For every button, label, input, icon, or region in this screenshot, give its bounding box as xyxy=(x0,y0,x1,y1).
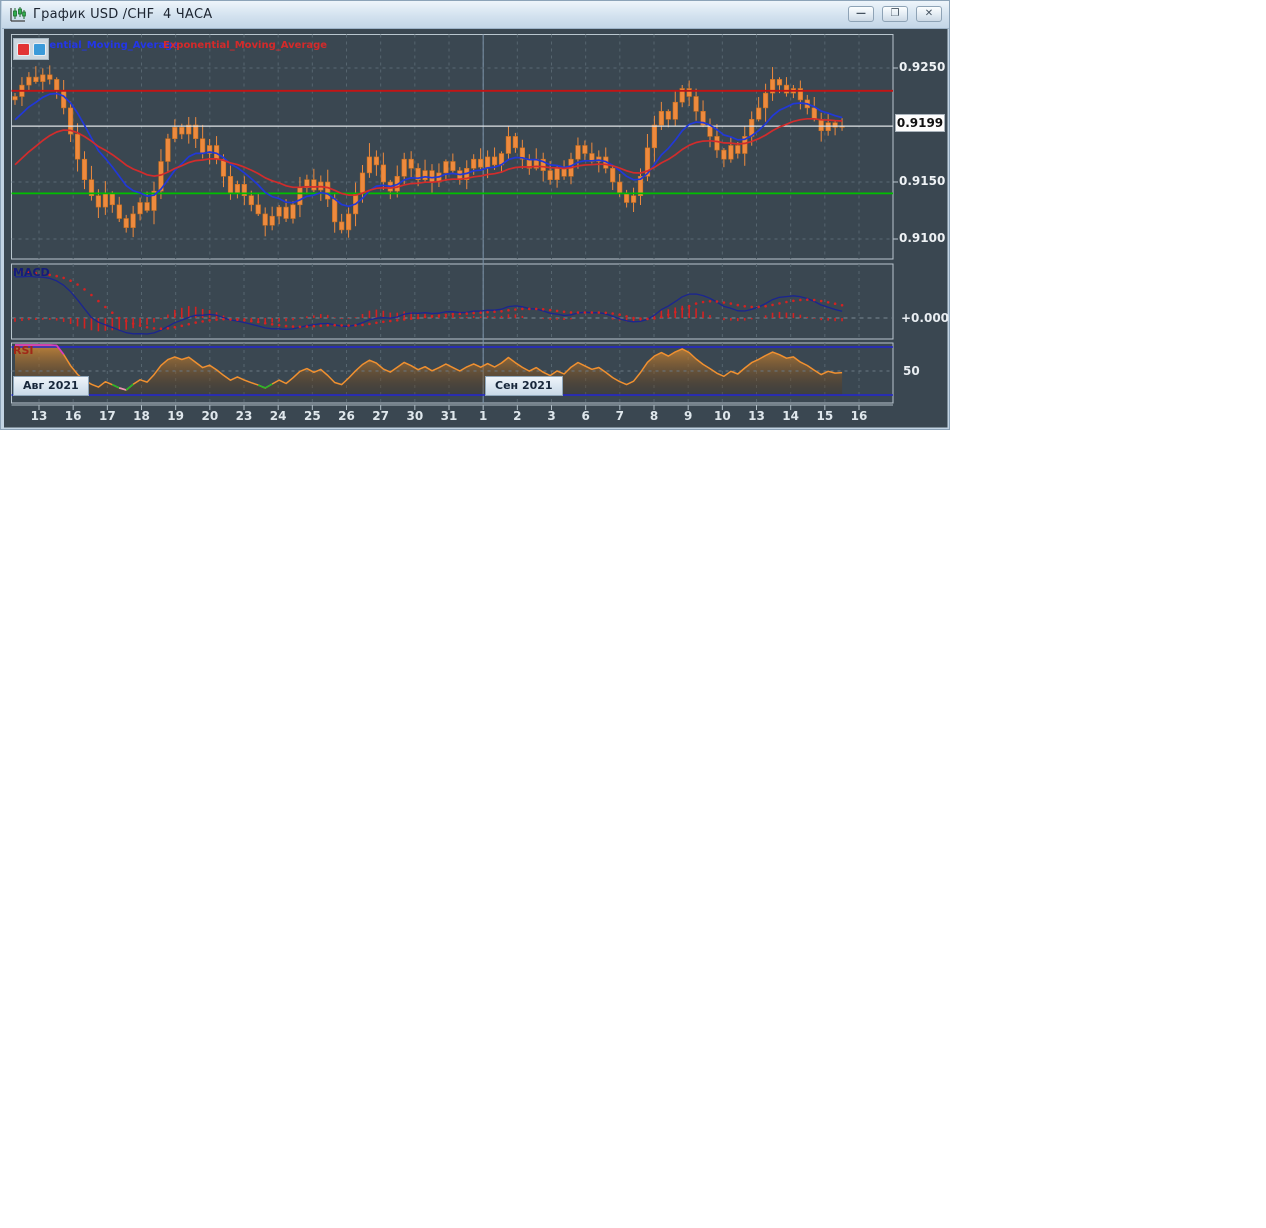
candlestick-chart-icon xyxy=(9,6,27,24)
x-axis-label: 31 xyxy=(434,409,464,423)
x-axis-label: 16 xyxy=(844,409,874,423)
x-axis-label: 25 xyxy=(297,409,327,423)
price-axis-label: 0.9150 xyxy=(899,174,947,188)
macd-label: MACD xyxy=(13,266,50,279)
macd-zero-label: +0.000 xyxy=(901,311,949,325)
x-axis-label: 20 xyxy=(195,409,225,423)
chart-canvas[interactable] xyxy=(1,1,950,430)
x-axis-label: 30 xyxy=(400,409,430,423)
x-axis-label: 13 xyxy=(24,409,54,423)
x-axis-label: 19 xyxy=(161,409,191,423)
x-axis-label: 15 xyxy=(810,409,840,423)
x-axis-label: 6 xyxy=(571,409,601,423)
indicator-buttons xyxy=(13,38,49,60)
titlebar[interactable]: График USD /CHF 4 ЧАСА — ❐ ✕ xyxy=(2,1,950,29)
minimize-button[interactable]: — xyxy=(848,6,874,22)
x-axis-label: 27 xyxy=(366,409,396,423)
price-axis-label: 0.9250 xyxy=(899,60,947,74)
x-axis-label: 3 xyxy=(537,409,567,423)
x-axis-label: 26 xyxy=(332,409,362,423)
chart-window: График USD /CHF 4 ЧАСА — ❐ ✕ Exponential_M… xyxy=(0,0,950,430)
rsi-label: RSI xyxy=(13,344,34,357)
x-axis-label: 24 xyxy=(263,409,293,423)
x-axis-label: 2 xyxy=(502,409,532,423)
window-title: График USD /CHF 4 ЧАСА xyxy=(33,7,212,22)
x-axis-label: 1 xyxy=(468,409,498,423)
rsi-mid-label: 50 xyxy=(903,364,920,378)
x-axis-label: 8 xyxy=(639,409,669,423)
x-axis-label: 10 xyxy=(707,409,737,423)
x-axis-label: 23 xyxy=(229,409,259,423)
close-button[interactable]: ✕ xyxy=(916,6,942,22)
month-tag-aug: Авг 2021 xyxy=(13,376,89,396)
x-axis-label: 9 xyxy=(673,409,703,423)
maximize-button[interactable]: ❐ xyxy=(882,6,908,22)
indicator-button-red[interactable] xyxy=(17,43,30,56)
x-axis-label: 16 xyxy=(58,409,88,423)
price-axis-label: 0.9100 xyxy=(899,231,947,245)
legend-ema-slow-label: Exponential_Moving_Average xyxy=(163,40,327,51)
x-axis-label: 14 xyxy=(776,409,806,423)
x-axis-label: 13 xyxy=(742,409,772,423)
x-axis-label: 7 xyxy=(605,409,635,423)
x-axis-label: 17 xyxy=(92,409,122,423)
current-price-tag: 0.9199 xyxy=(895,114,945,132)
x-axis-label: 18 xyxy=(127,409,157,423)
window-controls: — ❐ ✕ xyxy=(840,6,942,22)
month-tag-sep: Сен 2021 xyxy=(485,376,563,396)
indicator-button-blue[interactable] xyxy=(33,43,46,56)
